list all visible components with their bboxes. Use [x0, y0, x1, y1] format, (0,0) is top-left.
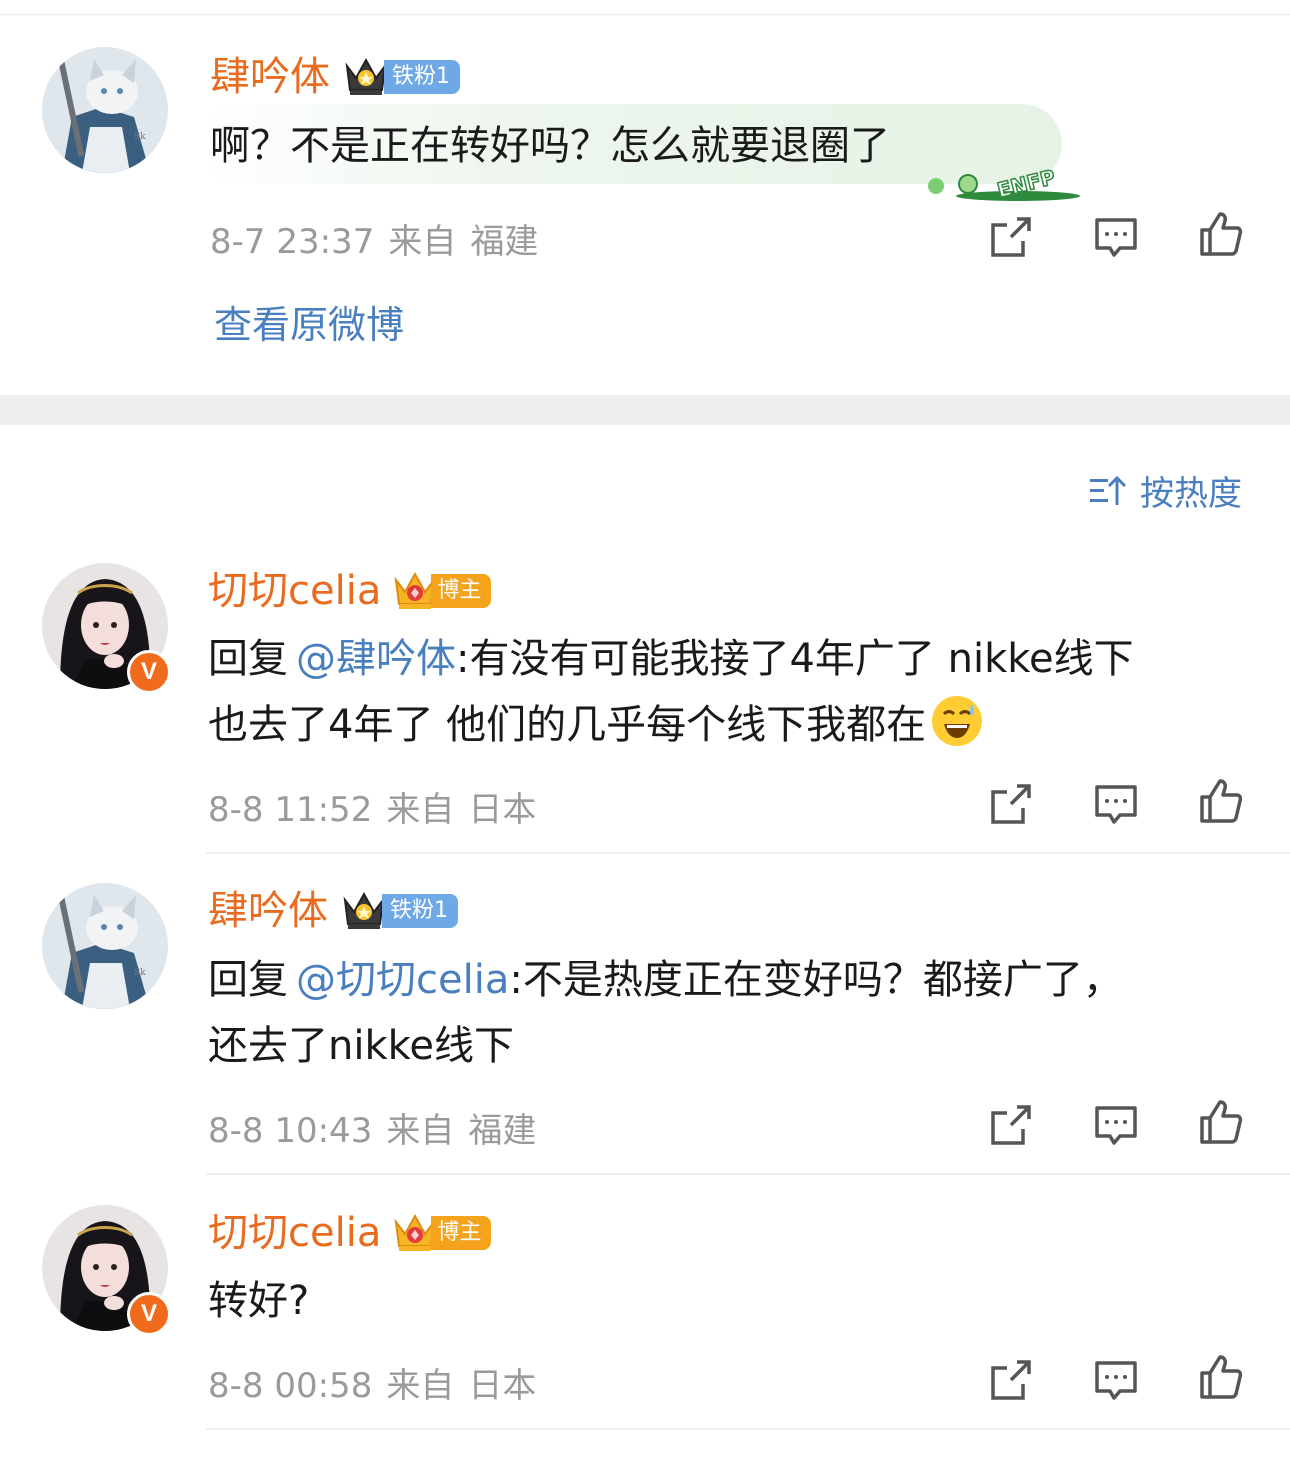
- reply-prefix: 回复: [208, 636, 288, 682]
- comment-text: 回复 @切切celia:不是热度正在变好吗？都接广了， 还去了nikke线下: [208, 947, 1268, 1079]
- comment-meta: 8-7 23:37 来自 福建: [210, 214, 552, 263]
- comment-meta: 8-8 00:58 来自 日本: [208, 1358, 550, 1407]
- reply-prefix: 回复: [208, 957, 288, 1003]
- sweat-smile-emoji: [932, 696, 983, 746]
- verified-badge: V: [127, 1292, 171, 1336]
- timestamp: 8-8 11:52: [208, 790, 373, 830]
- share-button[interactable]: [987, 213, 1035, 261]
- comment-header: 切切celia 博主: [208, 1208, 492, 1258]
- reply-line-2: 也去了4年了 他们的几乎每个线下我都在: [208, 702, 927, 748]
- location: 日本: [468, 790, 537, 830]
- timestamp: 8-8 00:58: [208, 1366, 373, 1406]
- like-button[interactable]: [1196, 210, 1244, 258]
- sort-toggle[interactable]: 按热度: [1088, 466, 1242, 515]
- comment-divider: [206, 1428, 1290, 1430]
- avatar[interactable]: [42, 883, 168, 1009]
- comment-icon: [1092, 1101, 1140, 1149]
- from-label: 来自: [386, 790, 455, 830]
- host-badge[interactable]: 博主: [431, 1216, 492, 1250]
- location: 福建: [470, 222, 539, 262]
- comment-button[interactable]: [1092, 1356, 1140, 1404]
- verified-badge: V: [127, 650, 171, 694]
- share-icon: [987, 1101, 1035, 1149]
- fan-badge[interactable]: 铁粉1: [382, 894, 458, 928]
- timestamp: 8-7 23:37: [210, 222, 375, 262]
- share-button[interactable]: [987, 1356, 1035, 1404]
- comment-divider: [206, 1173, 1290, 1175]
- comment-text: 转好?: [208, 1278, 310, 1324]
- from-label: 来自: [386, 1111, 455, 1151]
- view-original-link[interactable]: 查看原微博: [214, 294, 404, 349]
- reply-line-2: 还去了nikke线下: [208, 1023, 514, 1069]
- comment-text: 回复 @肆吟体:有没有可能我接了4年广了 nikke线下 也去了4年了 他们的几乎…: [208, 626, 1268, 758]
- comment-meta: 8-8 11:52 来自 日本: [208, 782, 550, 831]
- mention-link[interactable]: @切切celia: [296, 957, 509, 1003]
- comment-text: 啊？不是正在转好吗？怎么就要退圈了: [210, 123, 890, 169]
- crown-icon: [342, 890, 386, 932]
- like-icon: [1196, 1353, 1244, 1401]
- like-button[interactable]: [1196, 1353, 1244, 1401]
- username[interactable]: 肆吟体: [210, 52, 330, 102]
- sort-label: 按热度: [1140, 474, 1242, 514]
- sort-icon: [1090, 475, 1127, 505]
- comment-header: 切切celia 博主: [208, 566, 492, 616]
- avatar[interactable]: [42, 47, 168, 173]
- crown-icon: [344, 56, 388, 98]
- username[interactable]: 肆吟体: [208, 886, 328, 936]
- comment-divider: [206, 852, 1290, 854]
- like-button[interactable]: [1196, 1098, 1244, 1146]
- like-button[interactable]: [1196, 777, 1244, 825]
- like-icon: [1196, 1098, 1244, 1146]
- location: 福建: [468, 1111, 537, 1151]
- location: 日本: [468, 1366, 537, 1406]
- host-badge[interactable]: 博主: [431, 574, 492, 608]
- comment-button[interactable]: [1092, 213, 1140, 261]
- fan-badge[interactable]: 铁粉1: [384, 60, 460, 94]
- comment-button[interactable]: [1092, 780, 1140, 828]
- share-icon: [987, 780, 1035, 828]
- username[interactable]: 切切celia: [208, 566, 381, 616]
- user-avatar-image: [42, 47, 168, 173]
- top-divider: [0, 14, 1290, 15]
- mention-link[interactable]: @肆吟体: [296, 636, 456, 682]
- like-icon: [1196, 210, 1244, 258]
- section-separator: [0, 395, 1290, 425]
- comment-icon: [1092, 1356, 1140, 1404]
- enfp-sticker: ENFP: [918, 140, 1080, 203]
- reply-line-1: :不是热度正在变好吗？都接广了，: [509, 957, 1123, 1003]
- user-avatar-image: [42, 883, 168, 1009]
- comment-button[interactable]: [1092, 1101, 1140, 1149]
- username[interactable]: 切切celia: [208, 1208, 381, 1258]
- comment-header: 肆吟体 铁粉1: [210, 52, 460, 102]
- timestamp: 8-8 10:43: [208, 1111, 373, 1151]
- share-button[interactable]: [987, 1101, 1035, 1149]
- share-icon: [987, 213, 1035, 261]
- share-button[interactable]: [987, 780, 1035, 828]
- like-icon: [1196, 777, 1244, 825]
- comment-icon: [1092, 213, 1140, 261]
- share-icon: [987, 1356, 1035, 1404]
- comment-header: 肆吟体 铁粉1: [208, 886, 458, 936]
- from-label: 来自: [386, 1366, 455, 1406]
- comment-meta: 8-8 10:43 来自 福建: [208, 1103, 550, 1152]
- comment-icon: [1092, 780, 1140, 828]
- from-label: 来自: [388, 222, 457, 262]
- reply-line-1: :有没有可能我接了4年广了 nikke线下: [456, 636, 1134, 682]
